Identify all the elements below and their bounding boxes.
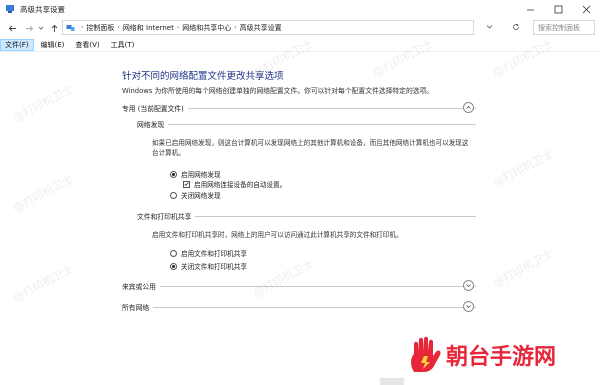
page-description: Windows 为你所使用的每个网络创建单独的网络配置文件。你可以针对每个配置文… — [122, 87, 434, 95]
brand-text: 朝台手游网 — [446, 345, 557, 370]
section-divider — [187, 107, 476, 109]
network-discovery-on-label: 启用网络发现 — [181, 171, 221, 179]
section-divider — [159, 285, 476, 287]
close-icon — [582, 5, 590, 13]
minimize-button[interactable] — [516, 0, 544, 18]
taskbar-item — [380, 378, 404, 385]
network-discovery-on-radio[interactable] — [170, 170, 177, 178]
file-printer-header: 文件和打印机共享 — [137, 210, 476, 222]
back-button[interactable] — [5, 21, 19, 35]
checkmark-icon — [184, 182, 189, 186]
recent-locations-button[interactable] — [37, 21, 45, 35]
network-discovery-header: 网络发现 — [137, 118, 476, 130]
chevron-down-icon — [466, 305, 471, 309]
file-printer-on-label: 启用文件和打印机共享 — [181, 250, 247, 258]
private-collapse-button[interactable] — [463, 102, 474, 113]
window-controls — [516, 0, 600, 18]
breadcrumb-separator: › — [234, 24, 237, 31]
file-printer-on-radio[interactable] — [170, 249, 177, 257]
main-content: 针对不同的网络配置文件更改共享选项 Windows 为你所使用的每个网络创建单独… — [0, 52, 600, 377]
breadcrumb-separator: › — [81, 24, 84, 31]
arrow-right-icon — [25, 25, 33, 31]
address-dropdown-button[interactable] — [486, 23, 493, 32]
refresh-button[interactable] — [512, 23, 520, 33]
all-networks-section-header[interactable]: 所有网络 — [122, 301, 476, 313]
private-section-label: 专用 (当前配置文件) — [122, 105, 184, 113]
subsection-divider — [195, 215, 476, 217]
chevron-down-icon — [486, 25, 493, 29]
auto-setup-label: 启用网络连接设备的自动设置。 — [194, 181, 287, 189]
address-controls — [476, 20, 530, 35]
minimize-icon — [526, 9, 534, 10]
refresh-icon — [513, 23, 520, 30]
menu-view[interactable]: 查看(V) — [71, 39, 103, 51]
control-panel-icon — [66, 25, 75, 31]
breadcrumb-advanced-sharing[interactable]: 高级共享设置 — [240, 23, 282, 33]
arrow-up-icon — [51, 24, 57, 32]
arrow-left-icon — [8, 25, 16, 31]
page-title: 针对不同的网络配置文件更改共享选项 — [122, 71, 284, 82]
file-printer-off-option[interactable]: 关闭文件和打印机共享 — [170, 261, 247, 271]
network-share-icon — [6, 5, 14, 13]
file-printer-text: 启用文件和打印机共享时，网络上的用户可以访问通过此计算机共享的文件和打印机。 — [152, 231, 403, 239]
chevron-down-icon — [466, 284, 471, 288]
menu-bar: 文件(F) 编辑(E) 查看(V) 工具(T) — [0, 39, 600, 52]
address-row: › 控制面板 › 网络和 Internet › 网络和共享中心 › 高级共享设置… — [0, 18, 600, 38]
breadcrumb-separator: › — [176, 24, 180, 31]
search-placeholder: 搜索控制面板 — [538, 23, 580, 32]
forward-button[interactable] — [22, 21, 36, 35]
file-printer-off-label: 关闭文件和打印机共享 — [181, 263, 247, 271]
all-networks-section-label: 所有网络 — [122, 304, 150, 312]
guest-expand-button[interactable] — [463, 280, 474, 291]
network-discovery-on-option[interactable]: 启用网络发现 — [170, 169, 221, 179]
menu-edit[interactable]: 编辑(E) — [37, 39, 69, 51]
all-networks-expand-button[interactable] — [463, 301, 474, 312]
close-button[interactable] — [572, 0, 600, 18]
network-discovery-off-radio[interactable] — [170, 191, 177, 199]
search-field[interactable]: 搜索控制面板 — [533, 20, 595, 35]
brand-logo: 朝台手游网 — [408, 336, 556, 374]
menu-tools[interactable]: 工具(T) — [107, 39, 139, 51]
title-bar: 高级共享设置 — [0, 0, 600, 18]
guest-section-label: 来宾或公用 — [122, 283, 156, 291]
window-title: 高级共享设置 — [20, 4, 65, 14]
maximize-button[interactable] — [544, 0, 572, 18]
network-discovery-text: 如果已启用网络发现，则这台计算机可以发现网络上的其他计算机和设备，而且其他网络计… — [152, 139, 469, 157]
subsection-divider — [168, 123, 476, 125]
section-divider — [153, 306, 476, 308]
network-discovery-off-label: 关闭网络发现 — [181, 192, 221, 200]
breadcrumb-network-sharing-center[interactable]: 网络和共享中心 — [182, 23, 231, 33]
breadcrumb-network-internet[interactable]: 网络和 Internet — [123, 23, 174, 33]
auto-setup-checkbox[interactable] — [183, 180, 190, 188]
breadcrumb-control-panel[interactable]: 控制面板 — [86, 23, 114, 33]
file-printer-on-option[interactable]: 启用文件和打印机共享 — [170, 248, 247, 258]
hand-logo-icon — [411, 336, 441, 372]
breadcrumb-separator: › — [117, 24, 120, 31]
address-bar[interactable]: › 控制面板 › 网络和 Internet › 网络和共享中心 › 高级共享设置 — [62, 20, 474, 35]
file-printer-off-radio[interactable] — [170, 262, 177, 270]
chevron-down-icon — [38, 26, 44, 30]
menu-file[interactable]: 文件(F) — [0, 39, 34, 51]
network-discovery-off-option[interactable]: 关闭网络发现 — [170, 190, 221, 200]
chevron-up-icon — [466, 105, 471, 109]
network-discovery-label: 网络发现 — [137, 121, 165, 129]
guest-section-header[interactable]: 来宾或公用 — [122, 280, 476, 292]
private-section-header[interactable]: 专用 (当前配置文件) — [122, 102, 476, 114]
file-printer-label: 文件和打印机共享 — [137, 213, 192, 221]
maximize-icon — [554, 5, 562, 13]
auto-setup-option[interactable]: 启用网络连接设备的自动设置。 — [183, 179, 286, 189]
up-button[interactable] — [47, 21, 61, 35]
